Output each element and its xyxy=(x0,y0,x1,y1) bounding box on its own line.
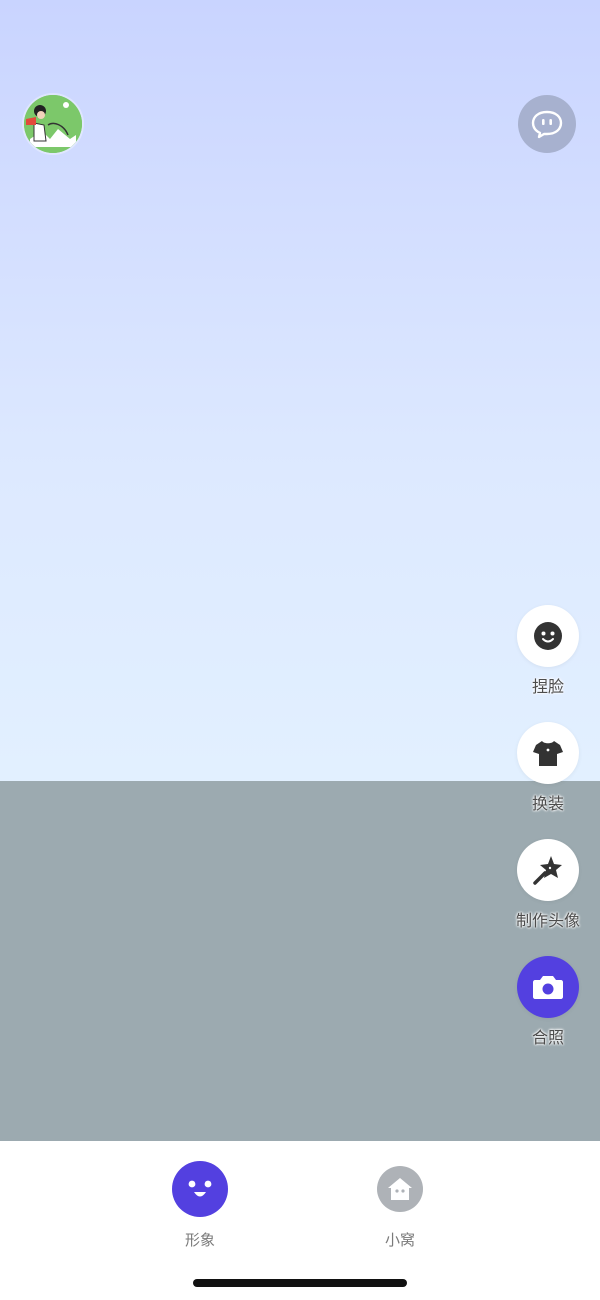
change-outfit-button[interactable]: 换装 xyxy=(510,722,586,814)
tab-home-label: 小窝 xyxy=(384,1231,415,1249)
home-icon xyxy=(388,1178,412,1200)
change-outfit-circle[interactable] xyxy=(517,722,579,784)
home-indicator[interactable] xyxy=(193,1279,407,1287)
tab-home[interactable]: 小窝 xyxy=(360,1161,440,1250)
group-photo-button[interactable]: 合照 xyxy=(510,956,586,1048)
camera-icon xyxy=(533,976,563,999)
pinch-face-button[interactable]: 捏脸 xyxy=(510,605,586,697)
user-avatar[interactable] xyxy=(24,95,82,153)
magic-wand-star-icon xyxy=(533,856,562,885)
pinch-face-circle[interactable] xyxy=(517,605,579,667)
group-photo-label: 合照 xyxy=(531,1028,564,1047)
group-photo-circle[interactable] xyxy=(517,956,579,1018)
tab-avatar-icon-wrap[interactable] xyxy=(172,1161,228,1217)
chat-button[interactable] xyxy=(518,95,576,153)
make-avatar-button[interactable]: 制作头像 xyxy=(504,839,592,931)
make-avatar-label: 制作头像 xyxy=(515,911,580,930)
change-outfit-label: 换装 xyxy=(531,794,564,813)
tab-avatar[interactable]: 形象 xyxy=(160,1161,240,1250)
face-icon xyxy=(534,622,562,650)
make-avatar-circle[interactable] xyxy=(517,839,579,901)
avatar-scene[interactable]: 捏脸 换装 制作头像 合照 xyxy=(0,0,600,1141)
tab-home-icon-wrap[interactable] xyxy=(377,1166,423,1212)
tab-avatar-label: 形象 xyxy=(184,1231,215,1249)
chat-bubble-icon xyxy=(531,110,563,139)
tshirt-icon xyxy=(533,741,563,766)
avatar-face-icon xyxy=(188,1180,212,1197)
avatar-illustration xyxy=(24,95,82,153)
pinch-face-label: 捏脸 xyxy=(531,677,564,696)
bottom-tab-bar: 形象 小窝 xyxy=(0,1141,600,1300)
